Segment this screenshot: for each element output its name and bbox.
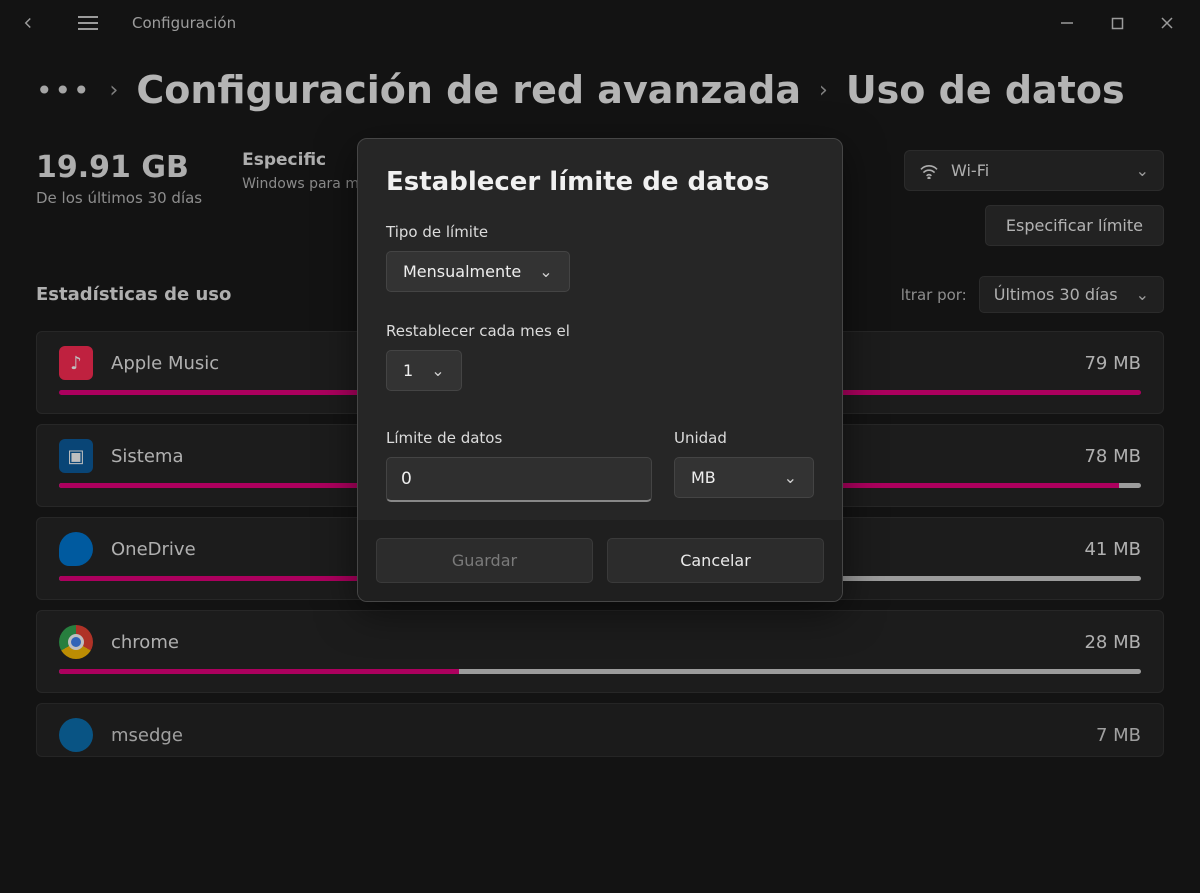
data-limit-dialog: Establecer límite de datos Tipo de límit… <box>357 138 843 602</box>
reset-day-label: Restablecer cada mes el <box>386 322 814 340</box>
unit-value: MB <box>691 468 716 487</box>
reset-day-value: 1 <box>403 361 413 380</box>
save-button[interactable]: Guardar <box>376 538 593 583</box>
unit-select[interactable]: MB ⌄ <box>674 457 814 498</box>
chevron-down-icon: ⌄ <box>784 468 797 487</box>
limit-type-label: Tipo de límite <box>386 223 814 241</box>
limit-type-select[interactable]: Mensualmente ⌄ <box>386 251 570 292</box>
dialog-title: Establecer límite de datos <box>386 167 814 197</box>
reset-day-select[interactable]: 1 ⌄ <box>386 350 462 391</box>
chevron-down-icon: ⌄ <box>539 262 552 281</box>
limit-type-value: Mensualmente <box>403 262 521 281</box>
data-limit-input[interactable] <box>386 457 652 502</box>
cancel-button[interactable]: Cancelar <box>607 538 824 583</box>
modal-overlay: Establecer límite de datos Tipo de límit… <box>0 0 1200 893</box>
data-limit-label: Límite de datos <box>386 429 652 447</box>
chevron-down-icon: ⌄ <box>431 361 444 380</box>
unit-label: Unidad <box>674 429 814 447</box>
